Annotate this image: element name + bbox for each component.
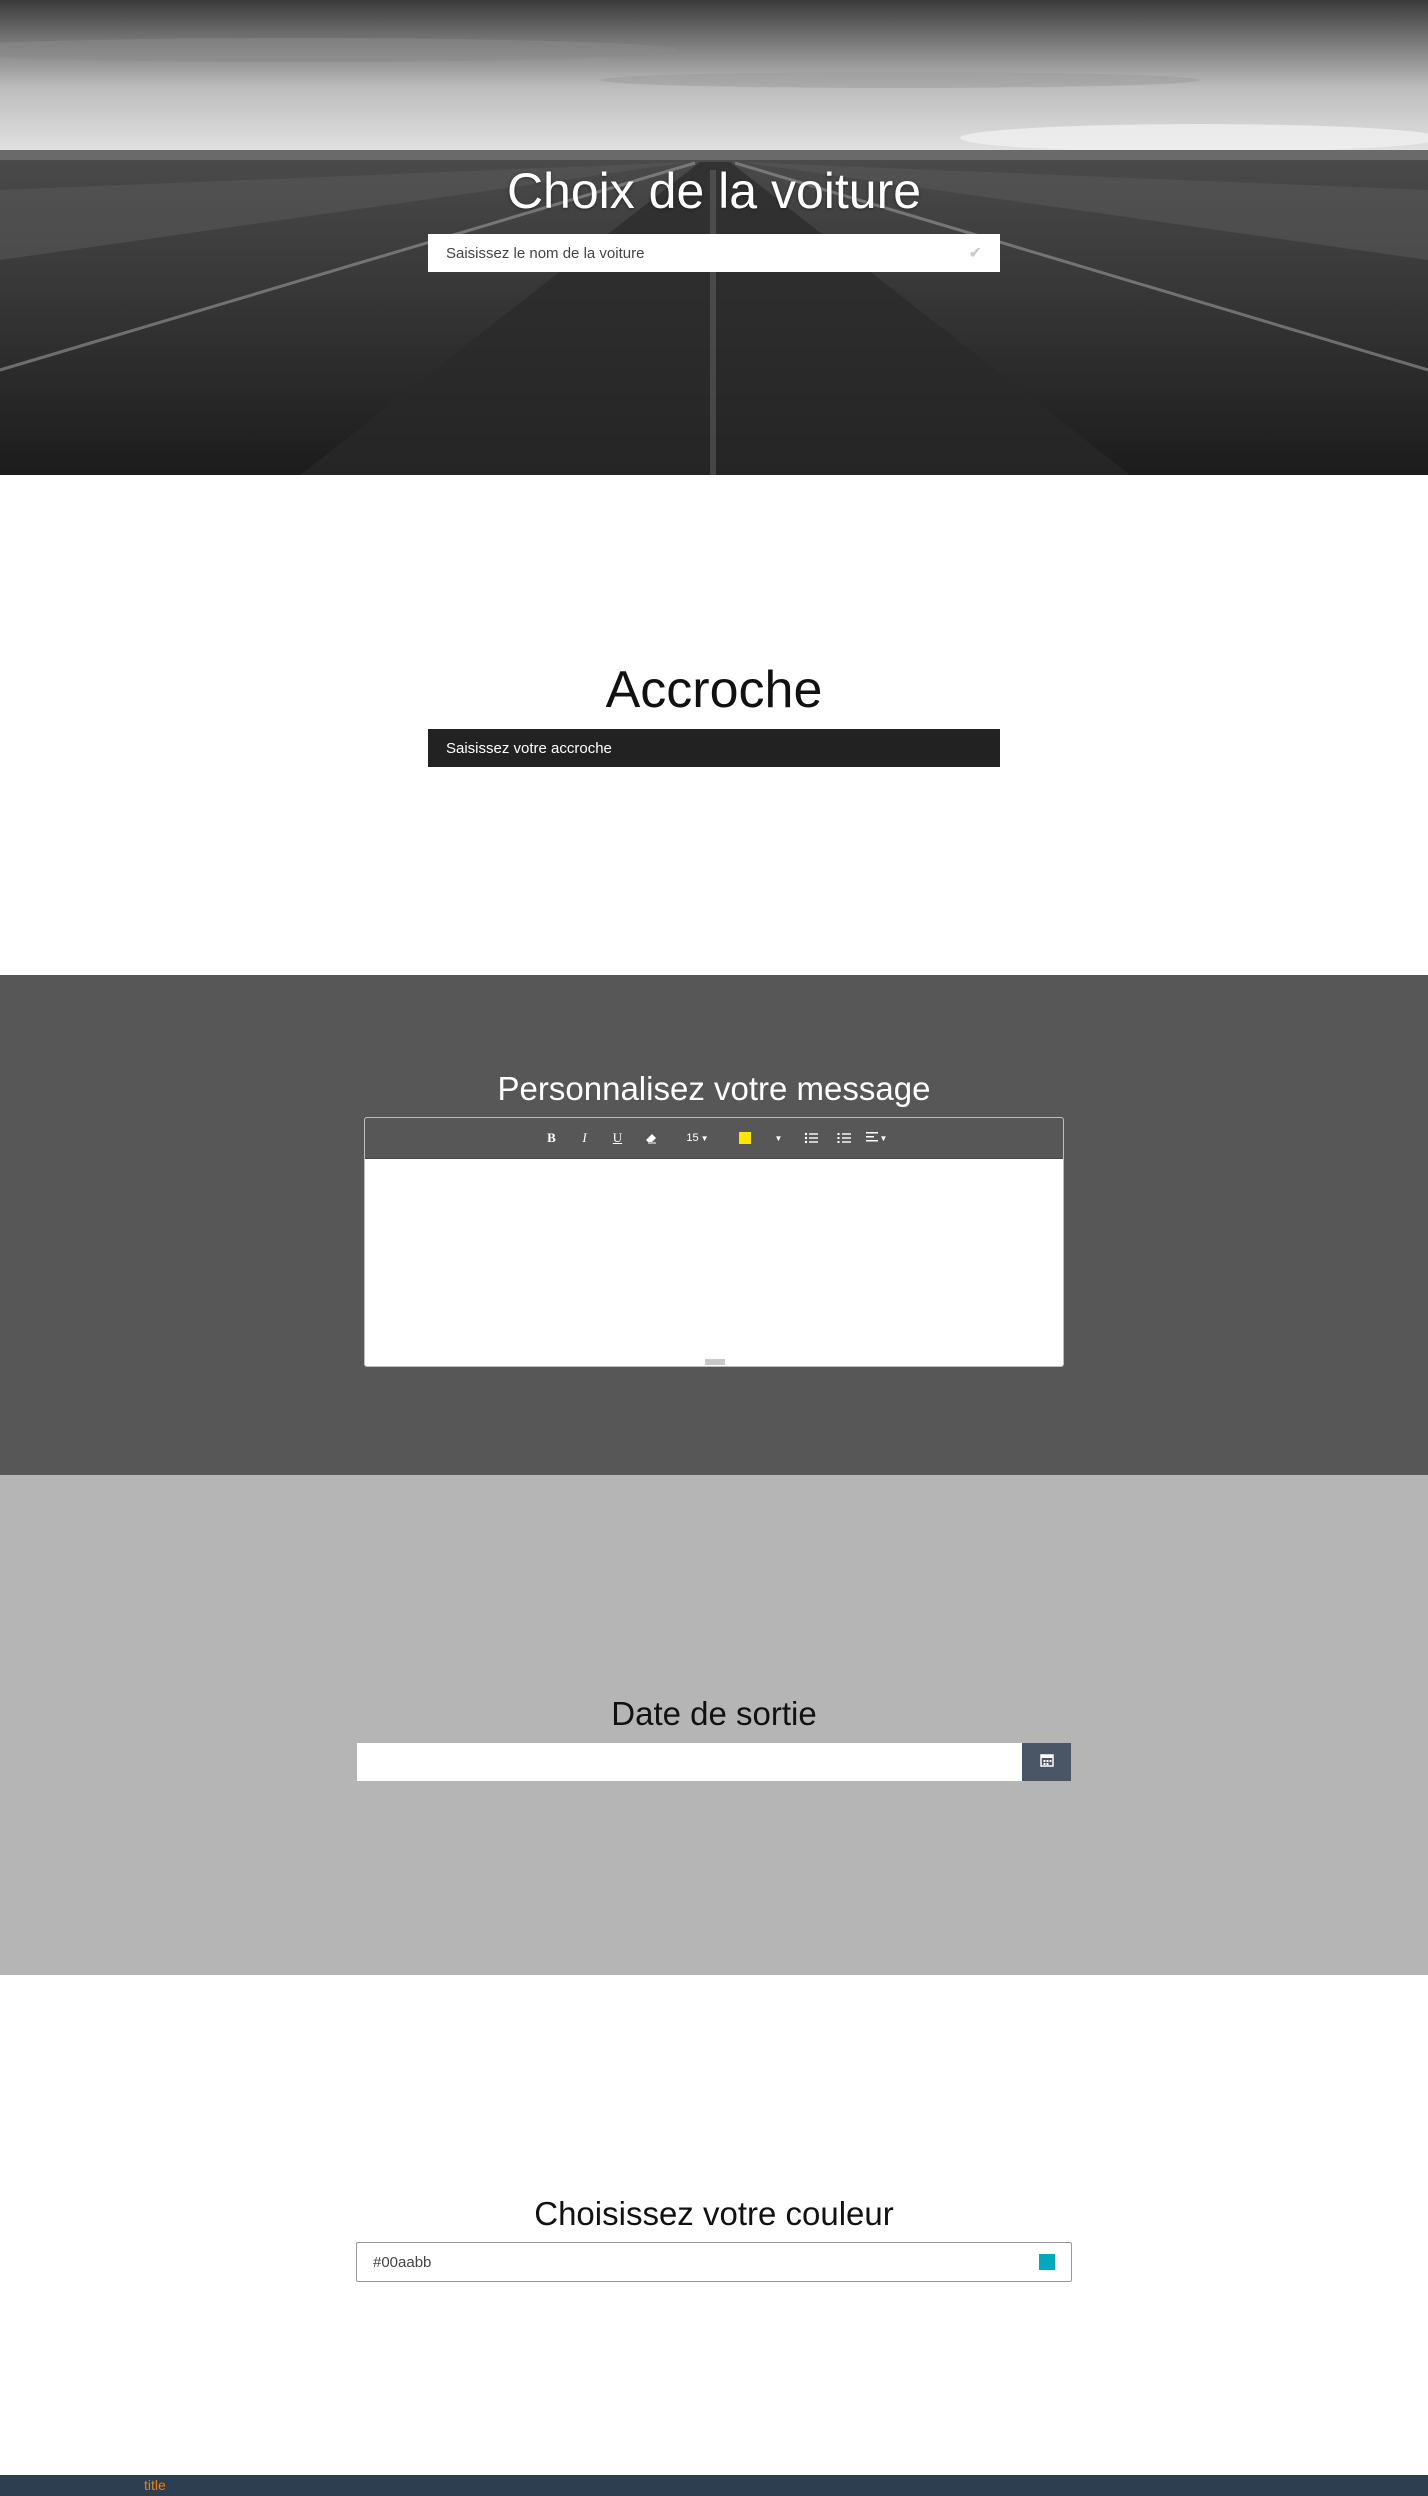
highlight-swatch	[738, 1132, 751, 1144]
color-value: #00aabb	[373, 2253, 432, 2271]
release-date-input[interactable]	[357, 1743, 1022, 1781]
highlight-color-button[interactable]	[728, 1124, 761, 1152]
footer-title[interactable]: title	[144, 2477, 166, 2493]
ordered-list-icon[interactable]	[827, 1124, 860, 1152]
editor-content-area[interactable]	[365, 1159, 1063, 1365]
calendar-icon	[1039, 1753, 1054, 1772]
check-icon[interactable]: ✔	[969, 243, 982, 263]
accroche-title: Accroche	[605, 661, 823, 719]
color-swatch[interactable]	[1039, 2254, 1055, 2270]
align-dropdown[interactable]: ▼	[860, 1124, 893, 1152]
eraser-icon[interactable]	[634, 1124, 667, 1152]
accroche-input[interactable]: Saisissez votre accroche	[428, 729, 1000, 767]
resize-handle[interactable]	[705, 1359, 725, 1365]
font-size-value: 15	[686, 1132, 699, 1144]
unordered-list-icon[interactable]	[794, 1124, 827, 1152]
car-name-input[interactable]: Saisissez le nom de la voiture ✔	[428, 234, 1000, 272]
align-left-icon	[865, 1130, 878, 1146]
page-title: Choix de la voiture	[506, 163, 922, 219]
font-size-dropdown[interactable]: 15 ▼	[681, 1124, 714, 1152]
rich-text-editor: B I U 15 ▼ ▼ ▼	[364, 1117, 1064, 1367]
bold-button[interactable]: B	[535, 1124, 568, 1152]
message-section: Personnalisez votre message B I U 15▼ ▼	[0, 975, 1428, 1475]
accroche-section: Accroche Saisissez votre accroche	[0, 475, 1428, 975]
color-picker-input[interactable]: #00aabb	[356, 2242, 1072, 2282]
chevron-down-icon: ▼	[879, 1133, 888, 1143]
color-section: Choisissez votre couleur #00aabb	[0, 1975, 1428, 2475]
car-name-input-placeholder: Saisissez le nom de la voiture	[446, 244, 645, 262]
hero-section: Choix de la voiture Saisissez le nom de …	[0, 0, 1428, 475]
color-dropdown-toggle[interactable]: ▼	[761, 1124, 794, 1152]
message-title: Personnalisez votre message	[497, 1070, 931, 1107]
chevron-down-icon: ▼	[700, 1133, 709, 1143]
date-section: Date de sortie	[0, 1475, 1428, 1975]
calendar-button[interactable]	[1022, 1743, 1071, 1781]
color-title: Choisissez votre couleur	[534, 2195, 894, 2232]
underline-button[interactable]: U	[601, 1124, 634, 1152]
editor-toolbar: B I U 15 ▼ ▼ ▼	[365, 1118, 1063, 1159]
footer-bar: title	[0, 2475, 1428, 2496]
date-title: Date de sortie	[611, 1695, 817, 1732]
accroche-input-placeholder: Saisissez votre accroche	[446, 739, 612, 757]
chevron-down-icon: ▼	[774, 1133, 783, 1143]
italic-button[interactable]: I	[568, 1124, 601, 1152]
